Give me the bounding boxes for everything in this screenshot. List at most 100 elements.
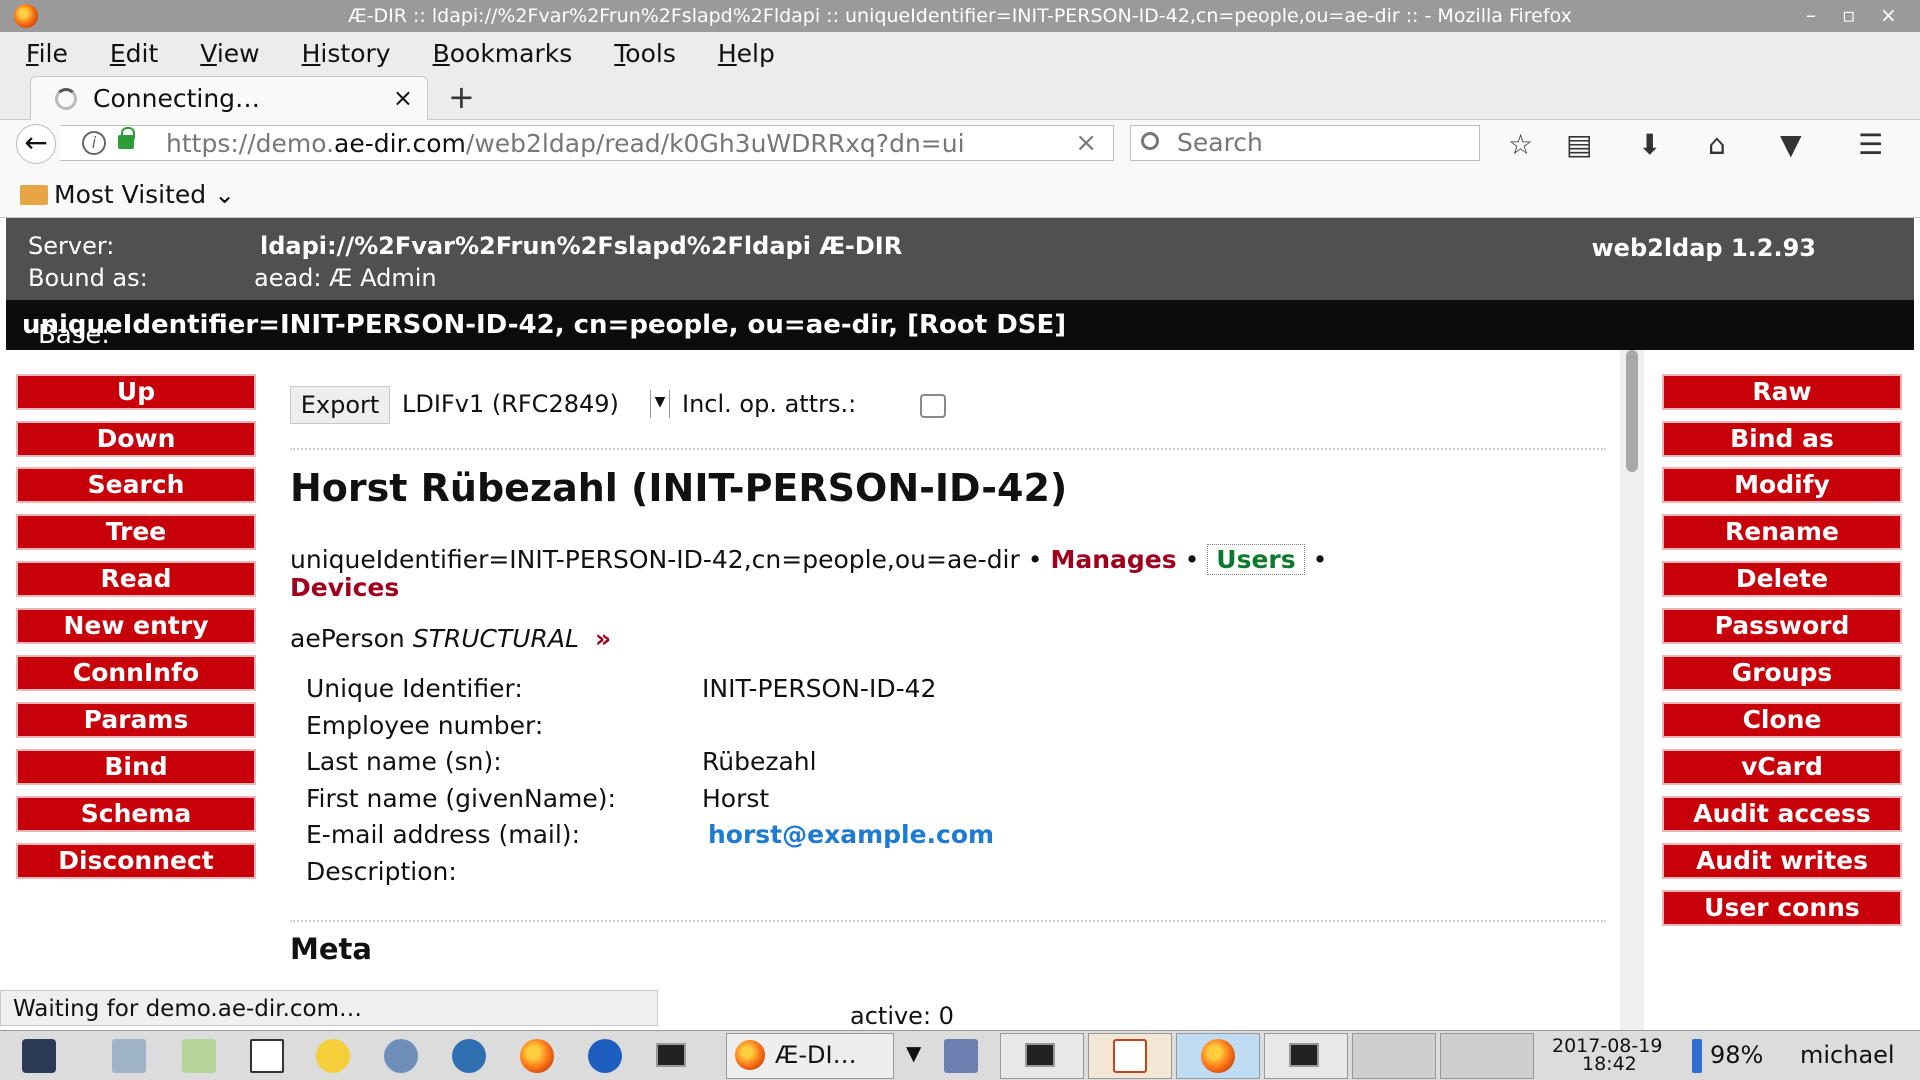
params-button[interactable]: Params — [16, 702, 256, 738]
audit-access-button[interactable]: Audit access — [1662, 796, 1902, 832]
username-label: michael — [1800, 1041, 1895, 1069]
folder-icon — [20, 185, 48, 205]
firefox-icon — [735, 1040, 765, 1070]
chat-icon[interactable] — [316, 1039, 350, 1073]
email-link[interactable]: horst@example.com — [708, 820, 994, 849]
url-text[interactable]: https://demo.ae-dir.com/web2ldap/read/k0… — [166, 129, 1016, 158]
export-format-value: LDIFv1 (RFC2849) — [402, 390, 619, 418]
divider — [290, 448, 1606, 450]
bind-as-button[interactable]: Bind as — [1662, 421, 1902, 457]
menu-bookmarks[interactable]: Bookmarks — [433, 39, 573, 68]
status-text: Waiting for demo.ae-dir.com… — [13, 996, 363, 1022]
conninfo-button[interactable]: ConnInfo — [16, 655, 256, 691]
server-value: ldapi://%2Fvar%2Frun%2Fslapd%2Fldapi Æ-D… — [260, 232, 903, 260]
workspace-6[interactable] — [1440, 1033, 1534, 1079]
new-tab-button[interactable]: + — [448, 78, 475, 116]
workspace-3[interactable] — [1176, 1033, 1260, 1079]
menu-bar: File Edit View History Bookmarks Tools H… — [0, 32, 1920, 74]
bind-button[interactable]: Bind — [16, 749, 256, 785]
objectclass-line: aePerson STRUCTURAL » — [290, 624, 611, 653]
back-button[interactable]: ← — [16, 124, 56, 164]
export-format-select[interactable]: LDIFv1 (RFC2849) ▼ — [402, 386, 670, 424]
battery-icon — [1692, 1039, 1702, 1073]
schema-button[interactable]: Schema — [16, 796, 256, 832]
menu-file[interactable]: File — [26, 39, 68, 68]
menu-history[interactable]: History — [302, 39, 391, 68]
terminal-icon[interactable] — [656, 1043, 686, 1067]
url-bar[interactable]: i https://demo.ae-dir.com/web2ldap/read/… — [60, 125, 1114, 161]
firefox-icon — [1201, 1039, 1235, 1073]
menu-help[interactable]: Help — [718, 39, 775, 68]
chevron-down-icon[interactable]: ▼ — [906, 1041, 921, 1065]
search-button[interactable]: Search — [16, 467, 256, 503]
network-icon[interactable] — [452, 1039, 486, 1073]
home-icon[interactable]: ⌂ — [1708, 128, 1726, 161]
entry-title: Horst Rübezahl (INIT-PERSON-ID-42) — [290, 466, 1068, 510]
site-info-icon[interactable]: i — [82, 131, 106, 155]
menu-view[interactable]: View — [200, 39, 259, 68]
attribute-name: Description: — [306, 856, 457, 886]
devices-link[interactable]: Devices — [290, 573, 399, 602]
new-entry-button[interactable]: New entry — [16, 608, 256, 644]
maximize-button[interactable]: ▫ — [1842, 3, 1856, 27]
browser-icon[interactable] — [384, 1039, 418, 1073]
menu-edit[interactable]: Edit — [110, 39, 158, 68]
rename-button[interactable]: Rename — [1662, 514, 1902, 550]
battery-percent: 98% — [1710, 1041, 1764, 1069]
thunderbird-icon[interactable] — [588, 1039, 622, 1073]
objectclass-more-link[interactable]: » — [595, 624, 611, 653]
workspace-1[interactable] — [1000, 1033, 1084, 1079]
scrollbar-thumb[interactable] — [1626, 350, 1638, 472]
attribute-value: Rübezahl — [702, 747, 817, 776]
url-clear-icon[interactable]: × — [1075, 128, 1097, 158]
firefox-icon[interactable] — [520, 1039, 554, 1073]
lock-icon — [118, 127, 135, 149]
terminal-icon — [1025, 1043, 1055, 1067]
taskbar: Æ-DI… ▼ 2017-08-19 18:42 98% michael — [0, 1030, 1920, 1080]
search-input[interactable]: Search — [1130, 125, 1480, 161]
vcard-button[interactable]: vCard — [1662, 749, 1902, 785]
document-icon[interactable] — [250, 1039, 284, 1073]
raw-button[interactable]: Raw — [1662, 374, 1902, 410]
close-window-button[interactable]: × — [1880, 3, 1897, 27]
tree-button[interactable]: Tree — [16, 514, 256, 550]
bookmark-star-icon[interactable]: ☆ — [1508, 128, 1533, 161]
tab-close-icon[interactable]: × — [393, 84, 413, 112]
user-conns-button[interactable]: User conns — [1662, 890, 1902, 926]
delete-button[interactable]: Delete — [1662, 561, 1902, 597]
disconnect-button[interactable]: Disconnect — [16, 843, 256, 879]
clock-time: 18:42 — [1582, 1053, 1637, 1075]
up-button[interactable]: Up — [16, 374, 256, 410]
clone-button[interactable]: Clone — [1662, 702, 1902, 738]
workspace-2[interactable] — [1088, 1033, 1172, 1079]
password-button[interactable]: Password — [1662, 608, 1902, 644]
attribute-name: Last name (sn): — [306, 747, 502, 776]
modify-button[interactable]: Modify — [1662, 467, 1902, 503]
bound-value: aead: Æ Admin — [254, 264, 437, 292]
incl-op-attrs-checkbox[interactable] — [920, 394, 946, 418]
taskbar-firefox-window[interactable]: Æ-DI… — [726, 1033, 894, 1079]
menu-tools[interactable]: Tools — [614, 39, 676, 68]
entry-content: Export LDIFv1 (RFC2849) ▼ Incl. op. attr… — [290, 350, 1610, 1030]
file-manager-icon[interactable] — [112, 1039, 146, 1073]
manages-link[interactable]: Manages — [1050, 545, 1176, 574]
downloads-icon[interactable]: ⬇ — [1638, 128, 1661, 161]
folder-icon[interactable] — [182, 1039, 216, 1073]
workspace-5[interactable] — [1352, 1033, 1436, 1079]
base-value: uniqueIdentifier=INIT-PERSON-ID-42, cn=p… — [22, 310, 1067, 340]
minimize-button[interactable]: – — [1806, 3, 1816, 27]
down-button[interactable]: Down — [16, 421, 256, 457]
read-button[interactable]: Read — [16, 561, 256, 597]
tab-active[interactable]: Connecting… × — [30, 76, 428, 120]
most-visited-menu[interactable]: Most Visited ⌄ — [54, 180, 235, 209]
system-monitor-icon[interactable] — [944, 1039, 978, 1073]
export-button[interactable]: Export — [290, 386, 390, 424]
reader-view-icon[interactable]: ▤ — [1566, 128, 1592, 161]
audit-writes-button[interactable]: Audit writes — [1662, 843, 1902, 879]
users-link[interactable]: Users — [1207, 544, 1305, 575]
start-menu-icon[interactable] — [22, 1039, 56, 1073]
workspace-4[interactable] — [1264, 1033, 1348, 1079]
hamburger-menu-icon[interactable]: ☰ — [1858, 128, 1883, 161]
groups-button[interactable]: Groups — [1662, 655, 1902, 691]
pocket-icon[interactable]: ▼ — [1780, 128, 1802, 161]
